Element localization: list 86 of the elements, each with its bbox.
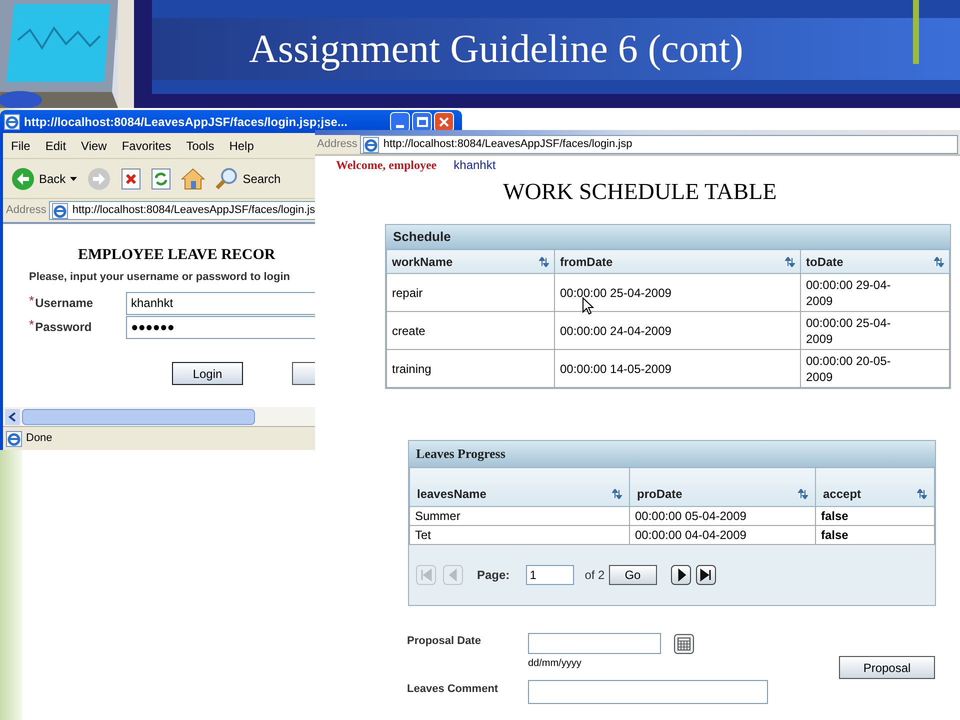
sort-icon[interactable]: [934, 256, 944, 266]
date-field[interactable]: [528, 633, 661, 654]
user-name: khanhkt: [454, 157, 496, 174]
menu-item[interactable]: Tools: [186, 136, 214, 154]
column-header[interactable]: leavesName: [410, 468, 630, 506]
field-label: Proposal Date: [407, 634, 482, 649]
slide-title: Assignment Guideline 6 (cont): [249, 29, 744, 69]
input-field[interactable]: khanhkt: [126, 292, 315, 314]
table-cell: Summer: [410, 506, 630, 526]
skip-arrow-icon: [698, 567, 714, 583]
date-format-hint: dd/mm/yyyy: [528, 658, 582, 670]
sort-icon[interactable]: [785, 256, 795, 266]
page-icon: [363, 136, 380, 152]
table-cell: false: [816, 506, 934, 526]
sort-icon[interactable]: [612, 489, 622, 499]
home-icon[interactable]: [180, 168, 205, 190]
required-mark: *: [29, 294, 34, 307]
scrollbar-thumb[interactable]: [22, 408, 255, 424]
mouse-pointer-icon: [582, 297, 594, 315]
dropdown-caret-icon[interactable]: [70, 176, 77, 180]
page-icon: [52, 202, 68, 218]
close-icon: [439, 116, 449, 126]
close-button[interactable]: [434, 112, 454, 132]
address-label: Address: [317, 137, 358, 152]
table-caption: Leaves Progress: [409, 441, 935, 467]
sort-icon[interactable]: [917, 489, 927, 499]
table-cell: repair: [386, 274, 554, 312]
address-field[interactable]: http://localhost:8084/LeavesAppJSF/faces/login.js: [49, 201, 318, 220]
table-cell: false: [816, 526, 934, 544]
table-cell: 00:00:00 24-04-2009: [554, 312, 800, 350]
stop-icon[interactable]: [120, 168, 141, 190]
address-label: Address: [6, 203, 46, 218]
menu-item[interactable]: Help: [229, 136, 254, 154]
required-mark: *: [29, 318, 34, 331]
maximize-button[interactable]: [412, 112, 432, 132]
scroll-left-icon[interactable]: [5, 408, 20, 424]
page-field[interactable]: 1: [526, 565, 574, 585]
reset-button[interactable]: [292, 362, 315, 385]
last-page-button[interactable]: [696, 565, 716, 585]
table-cell: 00:00:00 14-05-2009: [554, 350, 800, 388]
page-heading: EMPLOYEE LEAVE RECOR: [78, 246, 276, 265]
field-label: Username: [35, 295, 94, 312]
table-cell: 00:00:00 29-04-2009: [800, 274, 950, 312]
page-label: Page:: [477, 567, 510, 584]
page-total: of 2: [584, 567, 605, 584]
table-cell: 00:00:00 04-04-2009: [630, 526, 816, 544]
window-title: http://localhost:8084/LeavesAppJSF/faces/login.jsp;jse...: [24, 114, 348, 130]
search-icon[interactable]: [214, 166, 239, 190]
next-page-button[interactable]: [670, 565, 691, 585]
calendar-icon[interactable]: [674, 634, 694, 654]
page-heading: WORK SCHEDULE TABLE: [503, 178, 778, 206]
table-cell: 00:00:00 20-05-2009: [800, 350, 950, 388]
field-label: Leaves Comment: [407, 682, 500, 697]
sort-icon[interactable]: [539, 256, 549, 266]
login-button[interactable]: Login: [172, 362, 243, 385]
instruction-text: Please, input your username or password to login: [29, 270, 291, 284]
minimize-button[interactable]: [390, 112, 410, 132]
input-field[interactable]: ●●●●●●: [126, 316, 315, 338]
table-cell: create: [386, 312, 554, 350]
sort-icon[interactable]: [798, 489, 808, 499]
go-button[interactable]: Go: [608, 565, 657, 585]
refresh-icon[interactable]: [150, 168, 171, 190]
comment-field[interactable]: [528, 680, 768, 704]
back-button[interactable]: Back: [7, 166, 81, 190]
column-header[interactable]: fromDate: [554, 250, 800, 274]
search-button[interactable]: Search: [210, 166, 285, 190]
address-field[interactable]: http://localhost:8084/LeavesAppJSF/faces/login.jsp: [360, 135, 958, 154]
menu-item[interactable]: File: [11, 136, 30, 154]
table-caption: Schedule: [386, 225, 950, 249]
field-label: Password: [35, 319, 92, 336]
status-page-icon: [6, 430, 22, 446]
column-header[interactable]: toDate: [800, 250, 950, 274]
table-cell: 00:00:00 25-04-2009: [800, 312, 950, 350]
table-cell: 00:00:00 05-04-2009: [630, 506, 816, 526]
menu-item[interactable]: Favorites: [122, 136, 172, 154]
column-header[interactable]: proDate: [630, 468, 816, 506]
proposal-button[interactable]: Proposal: [839, 656, 935, 679]
column-header[interactable]: workName: [386, 250, 554, 274]
column-header[interactable]: accept: [816, 468, 934, 506]
table-cell: Tet: [410, 526, 630, 544]
browser-icon: [4, 114, 20, 130]
menu-item[interactable]: View: [81, 136, 107, 154]
welcome-text: Welcome, employee: [336, 157, 437, 174]
table-cell: training: [386, 350, 554, 388]
status-text: Done: [26, 431, 52, 446]
menu-item[interactable]: Edit: [45, 136, 66, 154]
